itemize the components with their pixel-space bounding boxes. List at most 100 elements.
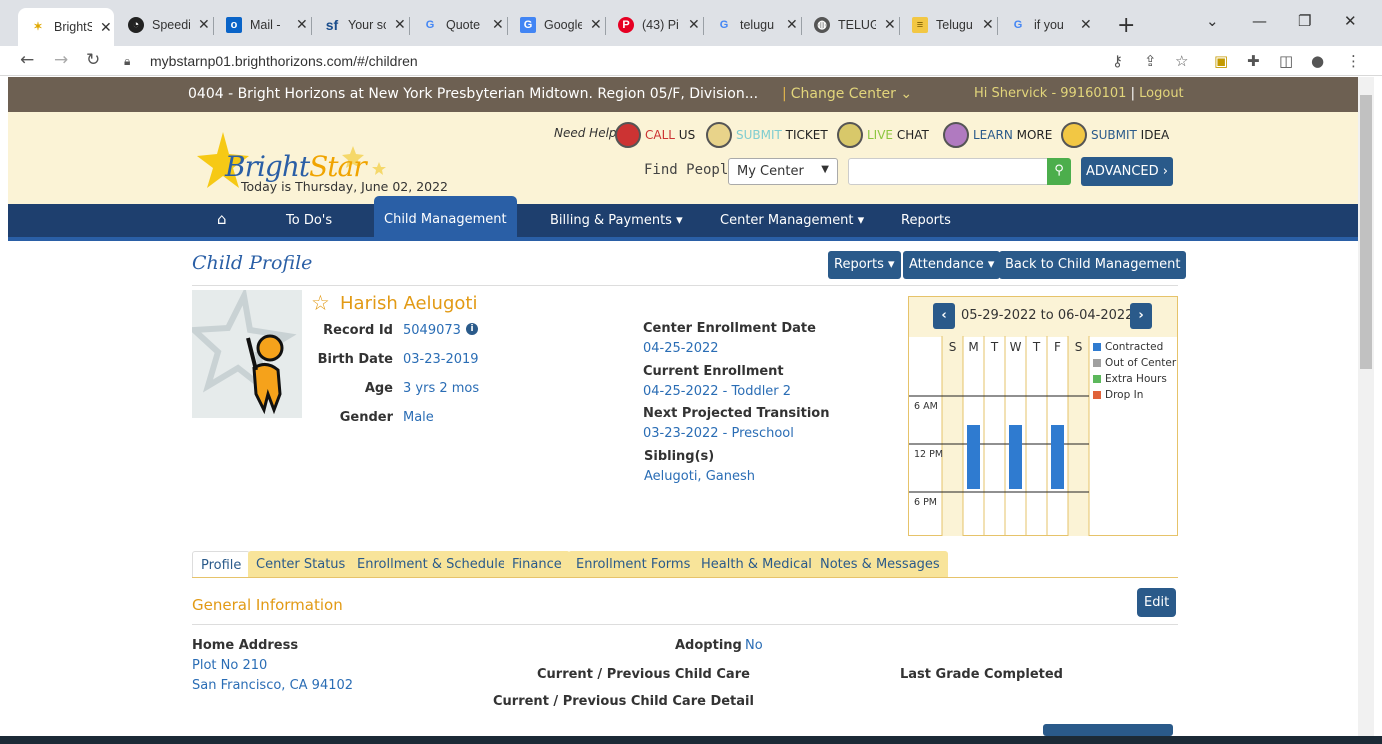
weekend-column	[942, 336, 963, 536]
browser-tab[interactable]: ✶ BrightS ✕	[18, 8, 114, 46]
browser-tab[interactable]: ◔ Speedi ✕	[116, 9, 210, 40]
puzzle-icon[interactable]: ✚	[1247, 52, 1260, 70]
browser-tab[interactable]: G if you ✕	[998, 9, 1092, 40]
close-icon[interactable]: ✕	[982, 16, 994, 33]
live-chat-button[interactable]: LIVE CHAT	[837, 122, 929, 148]
adopting-value: No	[745, 638, 763, 653]
people-search-input[interactable]	[848, 158, 1048, 185]
info-icon[interactable]: i	[466, 323, 478, 335]
tab-enrollment-forms[interactable]: Enrollment Forms	[568, 551, 699, 578]
page-title: Child Profile	[192, 252, 313, 274]
nav-center-management[interactable]: Center Management ▾	[720, 213, 864, 228]
center-scope-select[interactable]: My Center ▼	[728, 158, 838, 185]
gender-label: Gender	[339, 410, 393, 425]
next-transition-label: Next Projected Transition	[643, 406, 830, 421]
tab-finance[interactable]: Finance	[504, 551, 570, 578]
day-header: S	[949, 340, 957, 354]
submit-idea-button[interactable]: SUBMIT IDEA	[1061, 122, 1169, 148]
close-icon[interactable]: ✕	[688, 16, 700, 33]
nav-billing-payments[interactable]: Billing & Payments ▾	[550, 213, 683, 228]
sibling-link[interactable]: Aelugoti, Ganesh	[644, 469, 755, 484]
side-panel-icon[interactable]: ◫	[1279, 52, 1293, 70]
close-icon[interactable]: ✕	[492, 16, 504, 33]
favorite-star-icon[interactable]: ☆	[311, 291, 330, 315]
window-close-icon[interactable]: ✕	[1344, 12, 1357, 30]
general-information-heading: General Information	[192, 596, 343, 614]
home-icon[interactable]: ⌂	[217, 210, 227, 228]
close-icon[interactable]: ✕	[198, 16, 210, 33]
new-tab-icon[interactable]: +	[1117, 13, 1135, 38]
reload-icon[interactable]: ↻	[86, 50, 100, 70]
minimize-icon[interactable]: —	[1252, 12, 1267, 30]
back-arrow-icon[interactable]: ←	[20, 50, 34, 70]
learn-more-button[interactable]: LEARN MORE	[943, 122, 1052, 148]
close-icon[interactable]: ✕	[590, 16, 602, 33]
edit-button[interactable]: Edit	[1137, 588, 1177, 617]
search-button[interactable]: ⚲	[1047, 158, 1071, 185]
menu-dots-icon[interactable]: ⋮	[1346, 52, 1361, 70]
back-to-child-management-button[interactable]: Back to Child Management	[999, 251, 1187, 279]
legend-drop-in: Drop In	[1093, 389, 1143, 401]
call-us-button[interactable]: CALL US	[615, 122, 695, 148]
reports-dropdown-button[interactable]: Reports ▾	[828, 251, 901, 279]
tab-enrollment-schedule[interactable]: Enrollment & Schedule	[349, 551, 514, 578]
ticket-icon	[706, 122, 732, 148]
tab-health-medical[interactable]: Health & Medical	[693, 551, 820, 578]
close-icon[interactable]: ✕	[100, 19, 112, 36]
browser-tab[interactable]: ◍ TELUG ✕	[802, 9, 896, 40]
salesforce-icon: sf	[325, 16, 339, 33]
tab-center-status[interactable]: Center Status	[248, 551, 354, 578]
tab-profile[interactable]: Profile	[192, 551, 251, 578]
nav-child-management[interactable]: Child Management	[374, 196, 517, 237]
browser-tab[interactable]: sf Your sc ✕	[312, 9, 406, 40]
close-icon[interactable]: ✕	[296, 16, 308, 33]
key-icon[interactable]: ⚷	[1112, 52, 1123, 70]
bookmark-star-icon[interactable]: ☆	[1175, 52, 1188, 70]
browser-tab[interactable]: o Mail - ✕	[214, 9, 308, 40]
google-icon: G	[425, 18, 435, 31]
close-icon[interactable]: ✕	[884, 16, 896, 33]
main-nav: ⌂ To Do's Child Management Billing & Pay…	[8, 196, 1358, 241]
profile-avatar-icon[interactable]: ●	[1311, 52, 1324, 70]
center-name: 0404 - Bright Horizons at New York Presb…	[188, 86, 759, 102]
child-care-label: Current / Previous Child Care	[537, 667, 750, 682]
nav-reports[interactable]: Reports	[901, 213, 951, 228]
browser-tab[interactable]: P (43) Pi ✕	[606, 9, 700, 40]
forward-arrow-icon[interactable]: →	[54, 50, 68, 70]
child-photo-placeholder	[186, 286, 302, 418]
advanced-search-button[interactable]: ADVANCED ›	[1081, 157, 1173, 186]
gender-value: Male	[403, 410, 434, 425]
contracted-bar	[1009, 425, 1022, 489]
tab-search-icon[interactable]: ⌄	[1206, 12, 1219, 30]
google-translate-icon: G	[520, 16, 536, 33]
title-divider	[192, 285, 1178, 286]
change-center-link[interactable]: | Change Center ⌄	[782, 86, 912, 102]
close-icon[interactable]: ✕	[394, 16, 406, 33]
share-icon[interactable]: ⇪	[1144, 52, 1157, 70]
siblings-label: Sibling(s)	[644, 449, 715, 464]
restore-icon[interactable]: ❐	[1298, 12, 1311, 30]
add-edit-priorities-button[interactable]	[1043, 724, 1173, 736]
browser-tab[interactable]: G Google ✕	[508, 9, 602, 40]
browser-tab[interactable]: ≡ Telugu ✕	[900, 9, 994, 40]
url-field[interactable]: mybstarnp01.brighthorizons.com/#/childre…	[150, 53, 418, 69]
browser-tab[interactable]: G telugu ✕	[704, 9, 798, 40]
tab-underline	[192, 577, 1178, 578]
address-line-2: San Francisco, CA 94102	[192, 678, 354, 693]
extension-icon[interactable]: ▣	[1214, 52, 1228, 70]
next-week-button[interactable]: ›	[1130, 303, 1152, 329]
nav-todos[interactable]: To Do's	[286, 213, 332, 228]
attendance-dropdown-button[interactable]: Attendance ▾	[903, 251, 1001, 279]
tab-notes-messages[interactable]: Notes & Messages	[812, 551, 948, 578]
document-icon: ≡	[912, 16, 928, 33]
previous-week-button[interactable]: ‹	[933, 303, 955, 329]
lock-icon[interactable]: 🔒︎	[124, 54, 130, 69]
logout-link[interactable]: Logout	[1139, 86, 1184, 101]
close-icon[interactable]: ✕	[1080, 16, 1092, 33]
browser-tab[interactable]: G Quote ✕	[410, 9, 504, 40]
close-icon[interactable]: ✕	[786, 16, 798, 33]
submit-ticket-button[interactable]: SUBMIT TICKET	[706, 122, 828, 148]
legend-swatch	[1093, 375, 1101, 383]
scrollbar-thumb[interactable]	[1360, 95, 1372, 369]
attendance-week-calendar: ‹ 05-29-2022 to 06-04-2022 › SMTWTFS6 AM…	[908, 296, 1178, 536]
